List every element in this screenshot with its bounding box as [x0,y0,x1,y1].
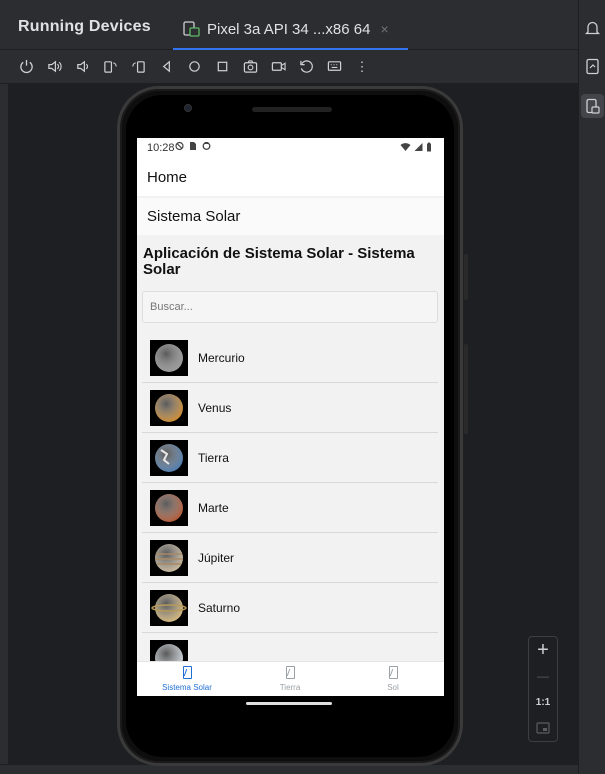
battery-icon [427,142,431,152]
volume-up-icon[interactable] [46,59,62,75]
screenshot-icon[interactable] [242,59,258,75]
zoom-fit-button[interactable] [529,721,557,739]
zoom-controls: + — 1:1 [528,636,558,742]
tab-close-icon[interactable]: × [380,21,388,37]
phone-speaker [252,107,332,112]
back-icon[interactable] [158,59,174,75]
nav-tab-sol[interactable]: Sol [343,666,443,692]
planet-image [150,439,188,476]
dnd-icon [175,141,184,151]
tab-label: Pixel 3a API 34 ...x86 64 [207,20,371,38]
drawer-item-sistema-solar[interactable]: Sistema Solar [137,198,444,235]
planet-list-item[interactable]: Saturno [142,583,438,633]
nav-tab-sistema-solar[interactable]: Sistema Solar [137,666,237,692]
overview-icon[interactable] [214,59,230,75]
planet-list-item[interactable]: Júpiter [142,533,438,583]
gesture-home-indicator[interactable] [246,702,332,705]
nav-label: Sistema Solar [162,683,212,692]
planet-list-item[interactable]: Venus [142,383,438,433]
planet-image [150,539,188,576]
nav-image-icon [182,666,192,679]
zoom-in-button[interactable]: + [529,639,557,662]
planet-list-item[interactable]: Tierra [142,433,438,483]
device-manager-icon[interactable] [584,58,601,75]
status-system-icons [400,142,432,152]
status-time: 10:28 [147,142,175,154]
nav-label: Sol [387,683,399,692]
device-toolbar: ⋮ [0,50,578,84]
android-studio-running-devices: Running Devices Pixel 3a API 34 ...x86 6… [0,0,605,774]
nav-tab-tierra[interactable]: Tierra [240,666,340,692]
volume-down-icon[interactable] [74,59,90,75]
nav-image-icon [388,666,398,679]
zoom-actual-size-button[interactable]: 1:1 [529,697,557,708]
planet-name: Venus [198,400,232,415]
fit-screen-icon [536,722,550,734]
planet-image [150,339,188,376]
power-icon[interactable] [18,59,34,75]
planet-list-item[interactable]: Mercurio [142,333,438,383]
signal-icon [414,143,423,151]
phone-power-button [464,254,468,300]
sim-icon [190,142,196,150]
running-devices-icon[interactable] [584,98,601,115]
more-icon[interactable]: ⋮ [354,59,370,75]
running-devices-header: Running Devices Pixel 3a API 34 ...x86 6… [0,0,578,50]
wifi-icon [400,143,411,151]
bottom-navigation: Sistema Solar Tierra Sol [137,661,444,696]
nav-label: Tierra [279,683,301,692]
rotate-right-icon[interactable] [130,59,146,75]
planet-name: Júpiter [198,550,235,565]
phone-volume-button [464,344,468,434]
reset-icon[interactable] [298,59,314,75]
device-icon [183,21,201,37]
sync-icon [202,142,211,150]
panel-title: Running Devices [18,18,151,35]
planet-list: Mercurio Venus Tierra Marte Júpiter Saturno [142,333,438,683]
phone-screen[interactable]: 10:28 Home Sistema Solar Aplicación de S… [137,138,444,696]
keyboard-icon[interactable] [326,59,342,75]
planet-image [150,389,188,426]
screen-record-icon[interactable] [270,59,286,75]
android-status-bar: 10:28 [137,138,444,158]
device-tab[interactable]: Pixel 3a API 34 ...x86 64 × [173,10,408,50]
search-input[interactable] [142,291,438,323]
planet-name: Mercurio [198,350,245,365]
right-tool-strip [578,0,605,774]
planet-name: Saturno [198,600,241,615]
planet-image [150,589,188,626]
planet-name: Tierra [198,450,229,465]
zoom-out-button[interactable]: — [529,669,557,683]
drawer-item-home[interactable]: Home [137,158,444,196]
planet-name: Marte [198,500,229,515]
planet-image [150,489,188,526]
page-title: Aplicación de Sistema Solar - Sistema So… [143,245,415,278]
front-camera [184,104,192,112]
planet-list-item[interactable]: Marte [142,483,438,533]
status-notification-icons [175,141,211,151]
home-icon[interactable] [186,59,202,75]
notifications-icon[interactable] [584,20,601,37]
rotate-left-icon[interactable] [102,59,118,75]
nav-image-icon [285,666,295,679]
